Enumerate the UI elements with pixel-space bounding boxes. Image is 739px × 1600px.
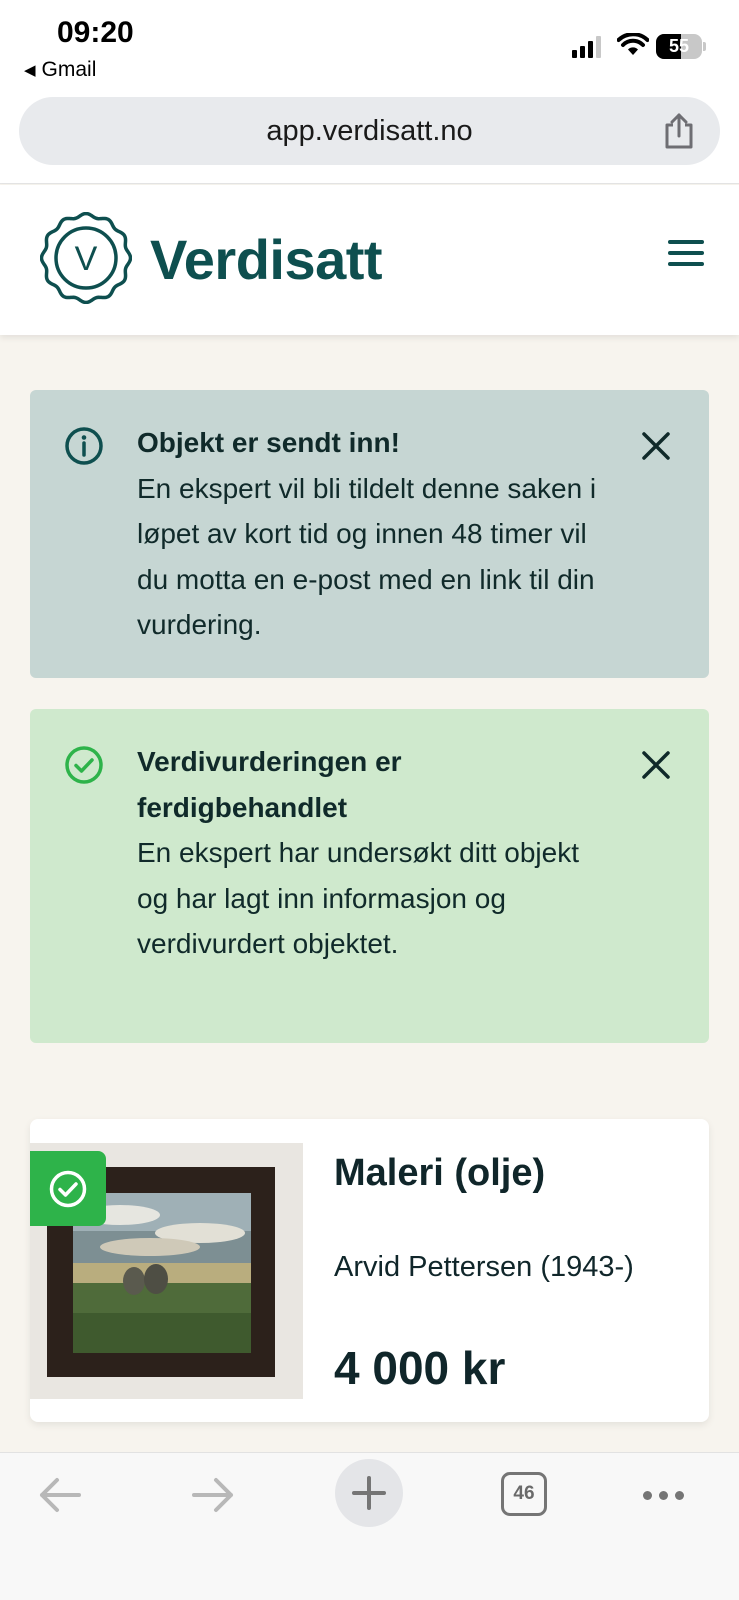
success-alert-body: Verdivurderingen er ferdigbehandlet En e… <box>137 739 607 967</box>
back-to-gmail-link[interactable]: ◀ Gmail <box>24 58 96 82</box>
back-app-label: Gmail <box>41 58 97 81</box>
new-tab-button[interactable] <box>335 1459 403 1527</box>
info-alert-message: En ekspert vil bli tildelt denne saken i… <box>137 472 597 641</box>
battery-icon: 55 <box>656 34 702 59</box>
address-bar[interactable]: app.verdisatt.no <box>19 97 720 165</box>
success-alert-title: Verdivurderingen er ferdigbehandlet <box>137 746 402 823</box>
brand-name[interactable]: Verdisatt <box>150 227 383 292</box>
success-alert-message: En ekspert har undersøkt ditt objekt og … <box>137 837 579 959</box>
object-title: Maleri (olje) <box>334 1152 546 1194</box>
hamburger-menu-icon[interactable] <box>668 240 704 266</box>
verdisatt-logo-seal-icon[interactable]: V <box>40 212 132 304</box>
status-bar: 09:20 ◀ Gmail 55 <box>0 0 739 92</box>
browser-toolbar: 46 <box>0 1452 739 1600</box>
info-icon <box>65 427 103 465</box>
status-time: 09:20 <box>57 16 134 49</box>
info-alert-title: Objekt er sendt inn! <box>137 427 400 458</box>
object-price: 4 000 kr <box>334 1342 506 1394</box>
more-menu-icon[interactable] <box>643 1491 684 1500</box>
battery-percent: 55 <box>668 36 690 56</box>
wifi-icon <box>617 33 649 55</box>
battery-tip <box>703 42 706 51</box>
logo-letter: V <box>75 240 98 278</box>
close-icon[interactable] <box>640 749 672 781</box>
cellular-signal-icon <box>572 36 601 58</box>
plus-icon <box>352 1476 386 1510</box>
url-text[interactable]: app.verdisatt.no <box>19 97 720 165</box>
browser-address-area: app.verdisatt.no <box>0 92 739 184</box>
share-icon[interactable] <box>662 112 696 150</box>
object-artist: Arvid Pettersen (1943-) <box>334 1251 634 1283</box>
verified-badge <box>30 1151 106 1226</box>
site-header: V Verdisatt <box>0 185 739 335</box>
tab-switcher-button[interactable]: 46 <box>501 1472 547 1516</box>
object-card[interactable]: Maleri (olje) Arvid Pettersen (1943-) 4 … <box>30 1119 709 1422</box>
check-circle-icon <box>65 746 103 784</box>
forward-arrow-icon[interactable] <box>190 1475 236 1515</box>
back-triangle-icon: ◀ <box>24 62 36 79</box>
close-icon[interactable] <box>640 430 672 462</box>
info-alert-body: Objekt er sendt inn! En ekspert vil bli … <box>137 420 607 648</box>
check-circle-icon <box>49 1170 87 1207</box>
back-arrow-icon[interactable] <box>37 1475 83 1515</box>
info-alert: Objekt er sendt inn! En ekspert vil bli … <box>30 390 709 678</box>
success-alert: Verdivurderingen er ferdigbehandlet En e… <box>30 709 709 1043</box>
